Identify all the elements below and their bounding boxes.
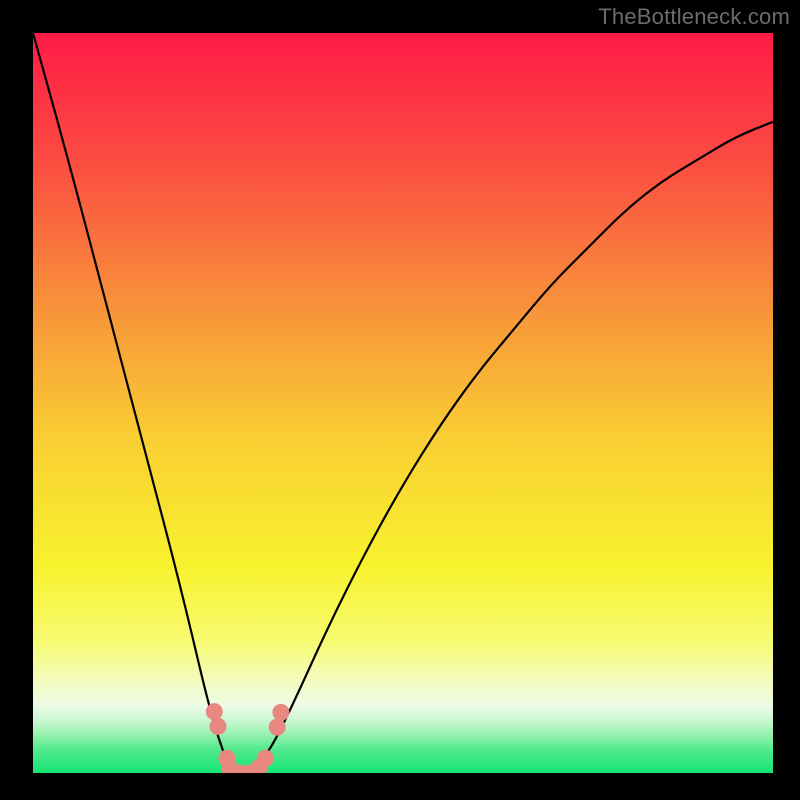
marker-dot bbox=[210, 718, 227, 735]
bottleneck-chart bbox=[0, 0, 800, 800]
marker-dot bbox=[272, 704, 289, 721]
gradient-background bbox=[33, 33, 773, 773]
watermark-text: TheBottleneck.com bbox=[598, 4, 790, 30]
chart-frame: TheBottleneck.com bbox=[0, 0, 800, 800]
marker-dot bbox=[269, 719, 286, 736]
marker-dot bbox=[257, 750, 274, 767]
marker-dot bbox=[206, 703, 223, 720]
